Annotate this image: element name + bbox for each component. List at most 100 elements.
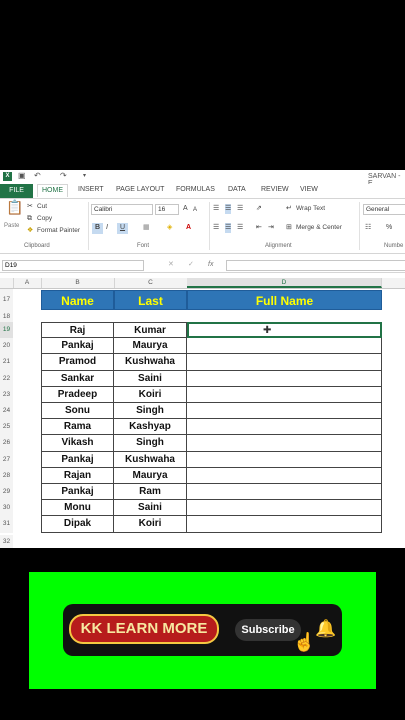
italic-button[interactable]: I: [106, 223, 108, 233]
cell-first-name[interactable]: Rama: [41, 419, 114, 436]
align-center-icon[interactable]: ☰: [225, 223, 232, 233]
cell-full-name[interactable]: [187, 516, 382, 533]
cell-full-name[interactable]: [187, 451, 382, 468]
align-middle-icon[interactable]: ☰: [225, 204, 232, 214]
tab-formulas[interactable]: FORMULAS: [176, 186, 215, 193]
tab-insert[interactable]: INSERT: [78, 186, 104, 193]
cell-last-name[interactable]: Kushwaha: [114, 451, 187, 468]
align-right-icon[interactable]: ☰: [237, 223, 243, 233]
cell-last-name[interactable]: Kashyap: [114, 419, 187, 436]
font-size-dropdown[interactable]: 16: [155, 204, 179, 215]
selected-cell-d19[interactable]: ✚: [187, 322, 382, 339]
grow-font-button[interactable]: A: [183, 204, 188, 214]
cell-first-name[interactable]: Pramod: [41, 354, 114, 371]
enter-icon[interactable]: ✓: [188, 260, 194, 270]
cell-first-name[interactable]: Pankaj: [41, 484, 114, 501]
cell-first-name[interactable]: Pankaj: [41, 338, 114, 355]
underline-button[interactable]: U: [117, 223, 128, 234]
cancel-icon[interactable]: ✕: [168, 260, 174, 270]
cell-first-name[interactable]: Pradeep: [41, 386, 114, 403]
column-header-c[interactable]: C: [114, 278, 188, 288]
cell-full-name[interactable]: [187, 484, 382, 501]
wrap-text-icon[interactable]: ↵: [286, 204, 292, 214]
cell-first-name[interactable]: Raj: [41, 322, 114, 339]
cell-last-name[interactable]: Maurya: [114, 338, 187, 355]
clipboard-group-label: Clipboard: [24, 243, 50, 249]
align-top-icon[interactable]: ☰: [213, 204, 219, 214]
insert-function-button[interactable]: fx: [208, 260, 213, 270]
accounting-format-icon[interactable]: ☷: [365, 223, 371, 233]
tab-home[interactable]: HOME: [37, 184, 68, 197]
orientation-icon[interactable]: ⇗: [256, 204, 262, 214]
cell-first-name[interactable]: Sankar: [41, 370, 114, 387]
number-format-dropdown[interactable]: General: [363, 204, 405, 215]
cell-full-name[interactable]: [187, 419, 382, 436]
cell-full-name[interactable]: [187, 370, 382, 387]
bold-button[interactable]: B: [92, 223, 103, 234]
merge-center-icon[interactable]: ⊞: [286, 223, 292, 233]
borders-icon[interactable]: ▦: [143, 223, 150, 233]
cell-last-name[interactable]: Koiri: [114, 516, 187, 533]
cell-last-name[interactable]: Maurya: [114, 467, 187, 484]
notification-bell-icon[interactable]: 🔔: [315, 617, 336, 641]
cell-last-name[interactable]: Singh: [114, 435, 187, 452]
copy-button[interactable]: Copy: [37, 214, 52, 224]
cell-full-name[interactable]: [187, 467, 382, 484]
cell-full-name[interactable]: [187, 338, 382, 355]
shrink-font-button[interactable]: A: [193, 205, 197, 215]
wrap-text-button[interactable]: Wrap Text: [296, 204, 325, 214]
name-box[interactable]: D19: [2, 260, 144, 271]
tab-data[interactable]: DATA: [228, 186, 246, 193]
undo-icon[interactable]: ↶: [34, 171, 41, 180]
cell-full-name[interactable]: [187, 403, 382, 420]
font-name-dropdown[interactable]: Calibri: [91, 204, 153, 215]
redo-icon[interactable]: ↷: [60, 171, 67, 180]
fill-color-icon[interactable]: ◈: [167, 223, 172, 233]
cell-last-name[interactable]: Ram: [114, 484, 187, 501]
cell-first-name[interactable]: Pankaj: [41, 451, 114, 468]
tab-page-layout[interactable]: PAGE LAYOUT: [116, 186, 164, 193]
copy-icon[interactable]: ⧉: [27, 214, 32, 224]
worksheet-grid[interactable]: 17 Name Last Full Name 18 19 Raj Kumar ✚ 20 Pankaj…: [0, 289, 405, 548]
tab-file[interactable]: FILE: [0, 184, 33, 198]
cell-first-name[interactable]: Dipak: [41, 516, 114, 533]
cell-last-name[interactable]: Saini: [114, 370, 187, 387]
cell-full-name[interactable]: [187, 500, 382, 517]
cut-icon[interactable]: ✂: [27, 202, 33, 212]
cell-first-name[interactable]: Sonu: [41, 403, 114, 420]
tab-review[interactable]: REVIEW: [261, 186, 289, 193]
align-left-icon[interactable]: ☰: [213, 223, 219, 233]
save-icon[interactable]: ▣: [18, 171, 26, 180]
tab-view[interactable]: VIEW: [300, 186, 318, 193]
cell-first-name[interactable]: Monu: [41, 500, 114, 517]
cell-full-name[interactable]: [187, 354, 382, 371]
decrease-indent-icon[interactable]: ⇤: [256, 223, 262, 233]
cell-full-name[interactable]: [187, 386, 382, 403]
cell-first-name[interactable]: Vikash: [41, 435, 114, 452]
cell-last-name[interactable]: Kumar: [114, 322, 187, 339]
row-number: 29: [0, 484, 13, 501]
paste-icon[interactable]: 📋: [6, 200, 23, 214]
subscribe-button[interactable]: Subscribe: [235, 619, 301, 641]
cell-last-name[interactable]: Saini: [114, 500, 187, 517]
font-color-icon[interactable]: A: [186, 223, 191, 233]
paste-button[interactable]: Paste: [4, 221, 19, 231]
cell-last-name[interactable]: Koiri: [114, 386, 187, 403]
customize-toolbar-icon[interactable]: ▾: [83, 172, 86, 179]
column-header-d[interactable]: D: [187, 278, 382, 288]
merge-center-button[interactable]: Merge & Center: [296, 223, 342, 233]
cell-full-name[interactable]: [187, 435, 382, 452]
cell-last-name[interactable]: Singh: [114, 403, 187, 420]
format-painter-button[interactable]: Format Painter: [37, 226, 80, 236]
cell-last-name[interactable]: Kushwaha: [114, 354, 187, 371]
percent-button[interactable]: %: [386, 223, 392, 233]
increase-indent-icon[interactable]: ⇥: [268, 223, 274, 233]
column-header-b[interactable]: B: [41, 278, 115, 288]
align-bottom-icon[interactable]: ☰: [237, 204, 243, 214]
formula-input[interactable]: [226, 260, 405, 271]
cut-button[interactable]: Cut: [37, 202, 47, 212]
select-all-corner[interactable]: [0, 278, 14, 288]
column-header-a[interactable]: A: [13, 278, 42, 288]
cell-first-name[interactable]: Rajan: [41, 467, 114, 484]
format-painter-icon[interactable]: ❖: [27, 226, 33, 236]
